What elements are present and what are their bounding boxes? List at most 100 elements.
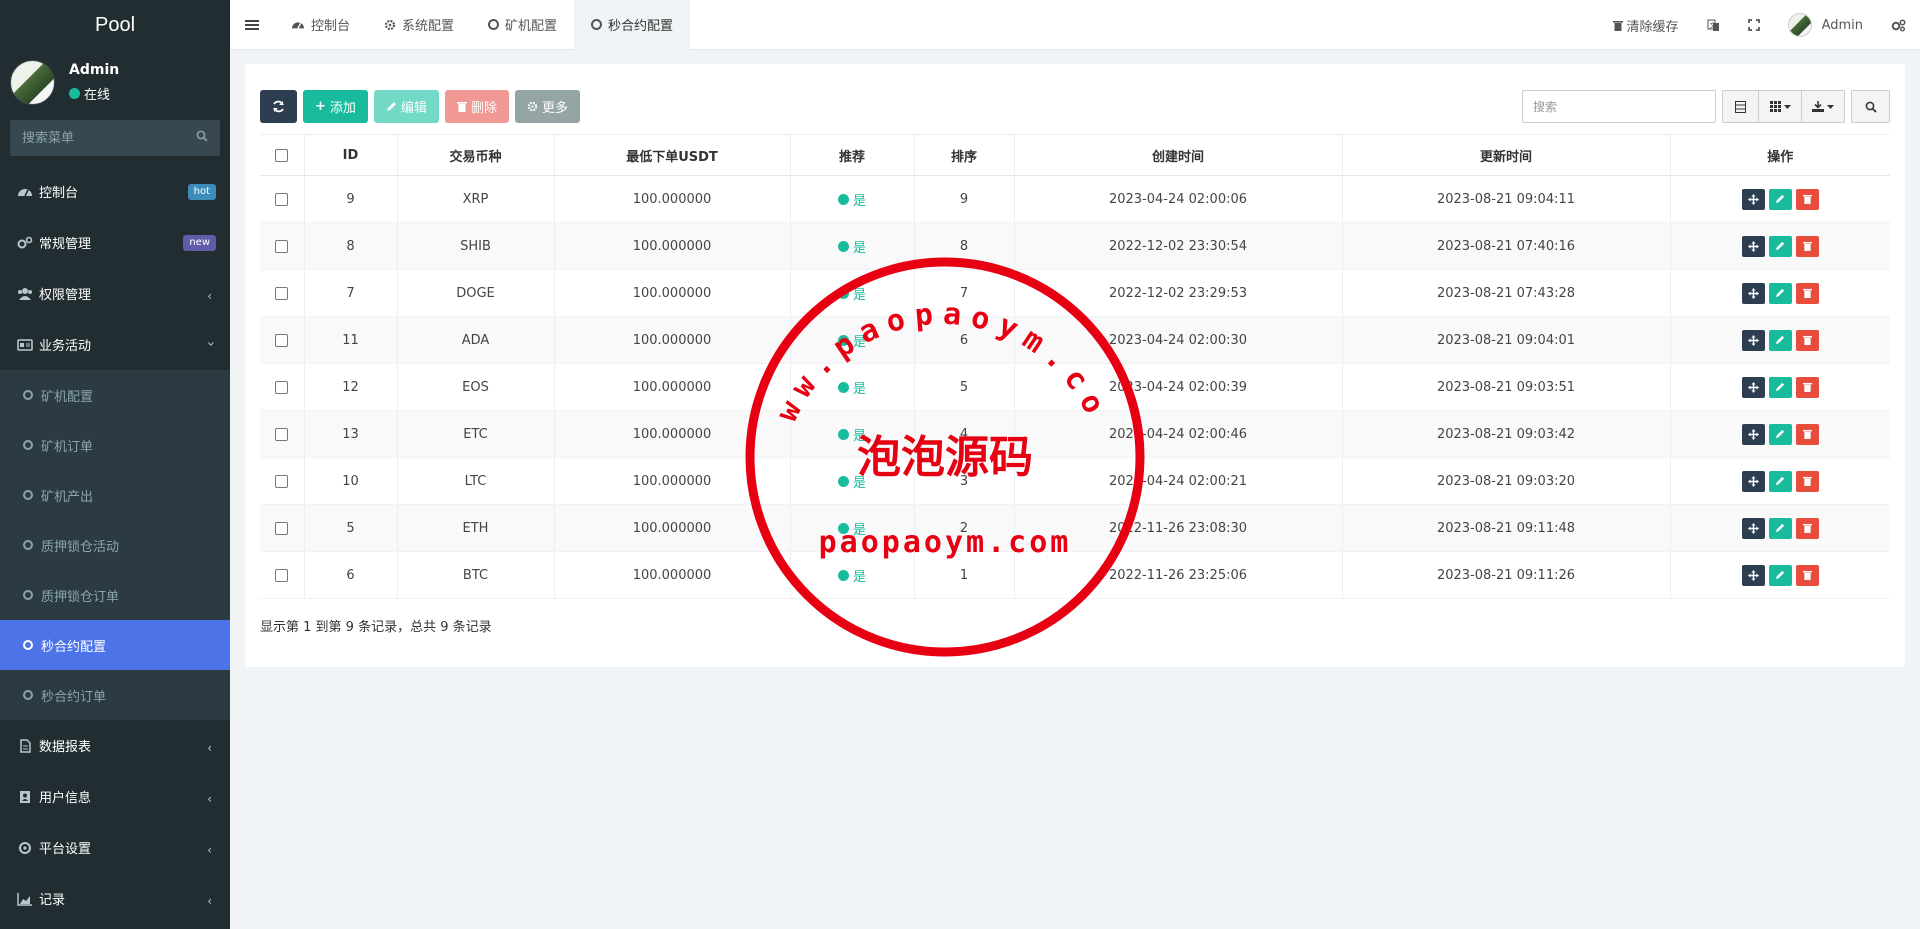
menu-toggle-button[interactable] xyxy=(230,0,274,50)
sidebar-item-dashboard[interactable]: 控制台 hot xyxy=(0,166,230,217)
select-all-checkbox[interactable] xyxy=(275,148,289,162)
row-delete-button[interactable] xyxy=(1795,282,1819,304)
sidebar-item-platform-settings[interactable]: 平台设置 ‹ xyxy=(0,822,230,873)
language-button[interactable]: 文 xyxy=(1693,0,1734,50)
col-header[interactable]: 最低下单USDT xyxy=(554,134,791,176)
sidebar-item-business[interactable]: 业务活动 ‹ xyxy=(0,319,230,370)
toggle-view-button[interactable] xyxy=(1722,90,1759,123)
tab-dashboard[interactable]: 控制台 xyxy=(274,0,367,50)
row-delete-button[interactable] xyxy=(1795,329,1819,351)
table-row[interactable]: 8 SHIB 100.000000 是 8 2022-12-02 23:30:54 2023… xyxy=(260,222,1890,270)
trash-icon xyxy=(1802,429,1812,439)
sidebar-item-reports[interactable]: 数据报表 ‹ xyxy=(0,720,230,771)
table-row[interactable]: 10 LTC 100.000000 是 3 2023-04-24 02:00:21 2023… xyxy=(260,457,1890,505)
circle-icon xyxy=(23,440,33,450)
fullscreen-button[interactable] xyxy=(1734,0,1774,50)
row-edit-button[interactable] xyxy=(1768,423,1792,445)
row-checkbox[interactable] xyxy=(275,380,289,394)
row-edit-button[interactable] xyxy=(1768,376,1792,398)
settings-button[interactable] xyxy=(1877,0,1920,50)
add-button[interactable]: + 添加 xyxy=(303,90,368,123)
sidebar-item-label: 秒合约配置 xyxy=(41,639,107,655)
sidebar-item-user-info[interactable]: 用户信息 ‹ xyxy=(0,771,230,822)
row-edit-button[interactable] xyxy=(1768,282,1792,304)
drag-sort-button[interactable] xyxy=(1741,188,1765,210)
row-checkbox[interactable] xyxy=(275,568,289,582)
sidebar-item-permissions[interactable]: 权限管理 ‹ xyxy=(0,268,230,319)
sidebar-item-general[interactable]: 常规管理 new xyxy=(0,217,230,268)
sidebar-item-miner-orders[interactable]: 矿机订单 xyxy=(0,420,230,470)
row-checkbox[interactable] xyxy=(275,474,289,488)
table-toolbar: + 添加 编辑 删除 更多 xyxy=(260,90,580,123)
user-menu[interactable]: Admin xyxy=(1774,0,1877,50)
col-header[interactable]: 创建时间 xyxy=(1014,134,1343,176)
sidebar-item-staking-activity[interactable]: 质押锁仓活动 xyxy=(0,520,230,570)
columns-button[interactable] xyxy=(1758,90,1802,123)
refresh-button[interactable] xyxy=(260,90,297,123)
search-button[interactable] xyxy=(1851,90,1890,123)
cell-sort: 7 xyxy=(914,269,1015,317)
clear-cache-button[interactable]: 清除缓存 xyxy=(1599,0,1693,50)
col-header[interactable]: 更新时间 xyxy=(1342,134,1671,176)
row-edit-button[interactable] xyxy=(1768,517,1792,539)
col-header[interactable]: ID xyxy=(304,134,398,176)
sidebar-item-miner-config[interactable]: 矿机配置 xyxy=(0,370,230,420)
table-row[interactable]: 12 EOS 100.000000 是 5 2023-04-24 02:00:39 2023… xyxy=(260,363,1890,411)
recommend-status: 是 xyxy=(837,331,866,350)
table-row[interactable]: 11 ADA 100.000000 是 6 2023-04-24 02:00:30 2023… xyxy=(260,316,1890,364)
drag-sort-button[interactable] xyxy=(1741,329,1765,351)
row-edit-button[interactable] xyxy=(1768,329,1792,351)
row-delete-button[interactable] xyxy=(1795,376,1819,398)
table-row[interactable]: 9 XRP 100.000000 是 9 2023-04-24 02:00:06 2023-… xyxy=(260,175,1890,223)
table-search-input[interactable] xyxy=(1533,99,1705,114)
sidebar-item-second-contract-orders[interactable]: 秒合约订单 xyxy=(0,670,230,720)
row-checkbox[interactable] xyxy=(275,427,289,441)
row-checkbox[interactable] xyxy=(275,333,289,347)
table-row[interactable]: 13 ETC 100.000000 是 4 2023-04-24 02:00:46 2023… xyxy=(260,410,1890,458)
table-row[interactable]: 5 ETH 100.000000 是 2 2022-11-26 23:08:30 2023-… xyxy=(260,504,1890,552)
tab-second-contract-config[interactable]: 秒合约配置 xyxy=(574,0,691,50)
more-button[interactable]: 更多 xyxy=(514,90,580,123)
delete-button[interactable]: 删除 xyxy=(444,90,509,123)
edit-button[interactable]: 编辑 xyxy=(373,90,439,123)
row-checkbox[interactable] xyxy=(275,286,289,300)
drag-sort-button[interactable] xyxy=(1741,235,1765,257)
row-delete-button[interactable] xyxy=(1795,423,1819,445)
table-row[interactable]: 6 BTC 100.000000 是 1 2022-11-26 23:25:06 2023-… xyxy=(260,551,1890,599)
row-delete-button[interactable] xyxy=(1795,564,1819,586)
row-delete-button[interactable] xyxy=(1795,470,1819,492)
row-checkbox[interactable] xyxy=(275,521,289,535)
row-edit-button[interactable] xyxy=(1768,564,1792,586)
row-checkbox[interactable] xyxy=(275,192,289,206)
row-checkbox[interactable] xyxy=(275,239,289,253)
sidebar-item-miner-output[interactable]: 矿机产出 xyxy=(0,470,230,520)
tab-system-config[interactable]: 系统配置 xyxy=(367,0,471,50)
app-logo[interactable]: Pool xyxy=(0,0,230,50)
row-edit-button[interactable] xyxy=(1768,235,1792,257)
tab-miner-config[interactable]: 矿机配置 xyxy=(471,0,574,50)
row-delete-button[interactable] xyxy=(1795,517,1819,539)
chevron-left-icon: ‹ xyxy=(207,792,212,806)
drag-sort-button[interactable] xyxy=(1741,423,1765,445)
search-icon[interactable] xyxy=(196,130,208,142)
menu-search-input[interactable] xyxy=(10,120,220,156)
row-delete-button[interactable] xyxy=(1795,235,1819,257)
sidebar-item-records[interactable]: 记录 ‹ xyxy=(0,873,230,924)
sidebar-item-staking-orders[interactable]: 质押锁仓订单 xyxy=(0,570,230,620)
row-edit-button[interactable] xyxy=(1768,470,1792,492)
row-edit-button[interactable] xyxy=(1768,188,1792,210)
drag-sort-button[interactable] xyxy=(1741,470,1765,492)
col-header[interactable]: 推荐 xyxy=(790,134,915,176)
col-header[interactable]: 交易币种 xyxy=(397,134,555,176)
export-button[interactable] xyxy=(1801,90,1845,123)
circle-icon xyxy=(23,590,33,600)
table-row[interactable]: 7 DOGE 100.000000 是 7 2022-12-02 23:29:53 2023… xyxy=(260,269,1890,317)
sidebar-item-second-contract-config[interactable]: 秒合约配置 xyxy=(0,620,230,670)
arrows-icon xyxy=(1747,193,1759,205)
drag-sort-button[interactable] xyxy=(1741,564,1765,586)
drag-sort-button[interactable] xyxy=(1741,376,1765,398)
col-header[interactable]: 排序 xyxy=(914,134,1015,176)
drag-sort-button[interactable] xyxy=(1741,517,1765,539)
row-delete-button[interactable] xyxy=(1795,188,1819,210)
drag-sort-button[interactable] xyxy=(1741,282,1765,304)
